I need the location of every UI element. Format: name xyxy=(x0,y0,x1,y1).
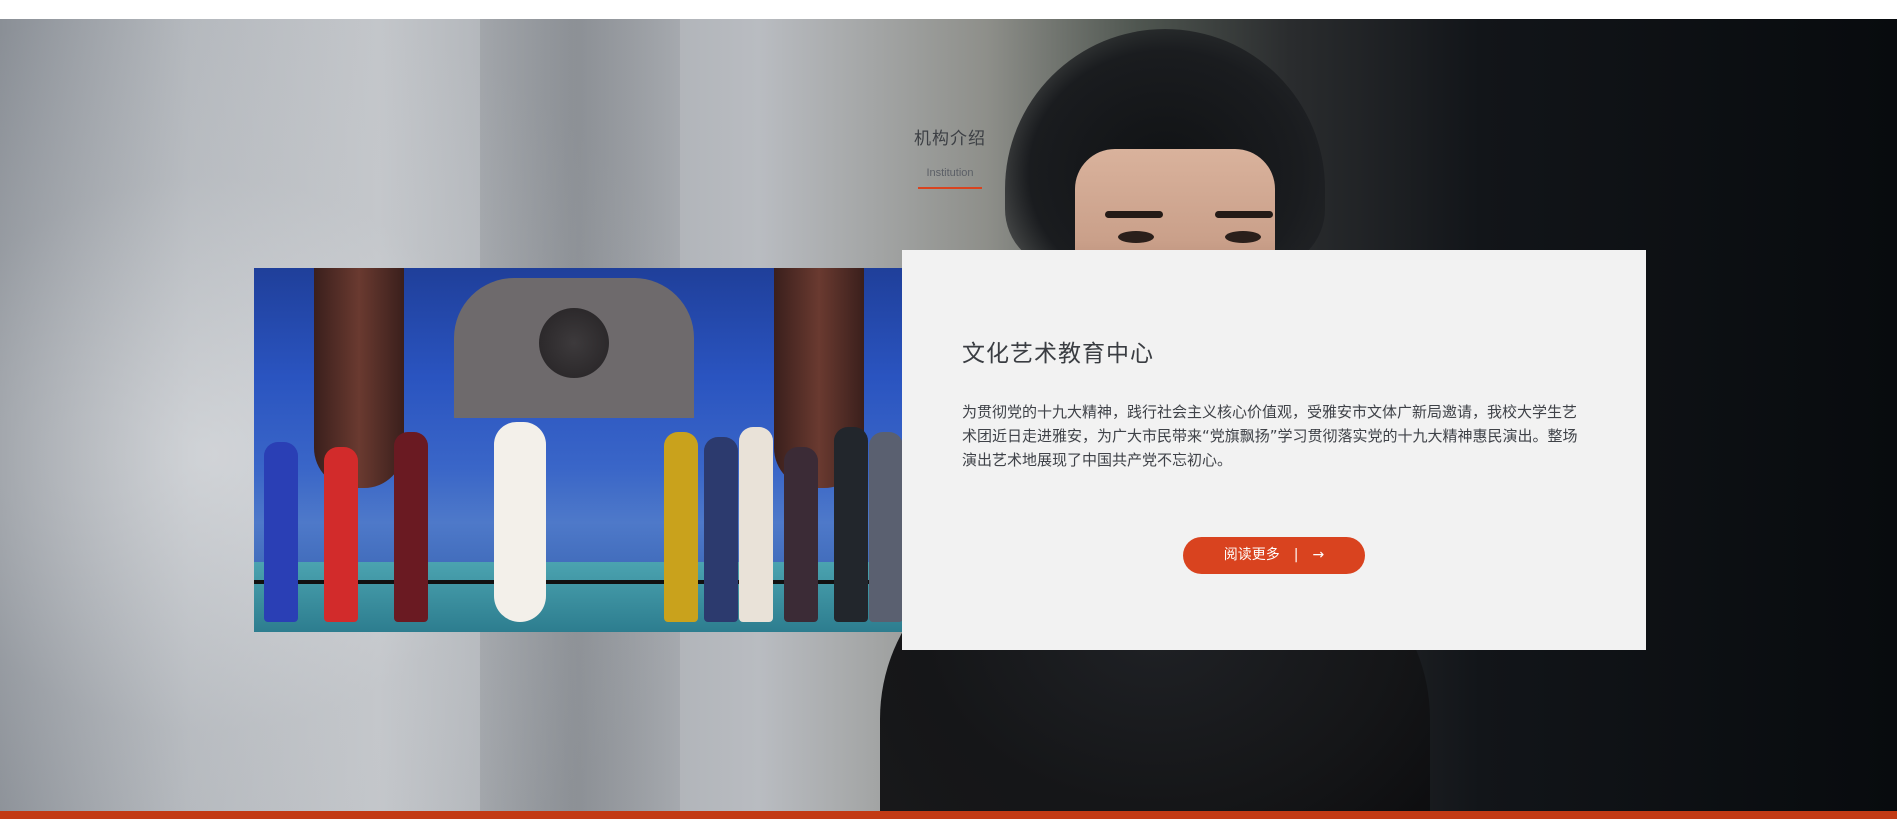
performer-figure xyxy=(739,427,773,622)
performer-figure xyxy=(704,437,738,622)
portrait-eye-right xyxy=(1225,231,1261,243)
section-title: 机构介绍 xyxy=(914,129,986,149)
portrait-brow-right xyxy=(1215,211,1273,218)
performer-figure xyxy=(834,427,868,622)
portrait-eye-left xyxy=(1118,231,1154,243)
section-subtitle: Institution xyxy=(926,167,974,179)
portrait-brow-left xyxy=(1105,211,1163,218)
performer-figure xyxy=(264,442,298,622)
performer-figure xyxy=(664,432,698,622)
performer-figure xyxy=(784,447,818,622)
section-underline xyxy=(918,187,982,189)
card-description: 为贯彻党的十九大精神，践行社会主义核心价值观，受雅安市文体广新局邀请，我校大学生… xyxy=(962,403,1578,469)
footer-accent-bar xyxy=(0,811,1897,819)
institution-card: 文化艺术教育中心 为贯彻党的十九大精神，践行社会主义核心价值观，受雅安市文体广新… xyxy=(902,250,1646,650)
stage-crest xyxy=(539,308,609,378)
stage-performance-photo xyxy=(254,268,902,632)
performer-figure xyxy=(494,422,546,622)
read-more-label: 阅读更多 xyxy=(1223,547,1280,563)
read-more-button[interactable]: 阅读更多 | → xyxy=(1183,537,1365,574)
read-more-separator: | xyxy=(1293,547,1299,563)
performer-figure xyxy=(869,432,902,622)
performer-figure xyxy=(394,432,428,622)
arrow-right-icon: → xyxy=(1312,547,1325,563)
performer-figure xyxy=(324,447,358,622)
page: 机构介绍 Institution 文化艺术教育中心 为贯彻党的十九大精神，践行社… xyxy=(0,0,1897,819)
card-title: 文化艺术教育中心 xyxy=(962,341,1154,367)
